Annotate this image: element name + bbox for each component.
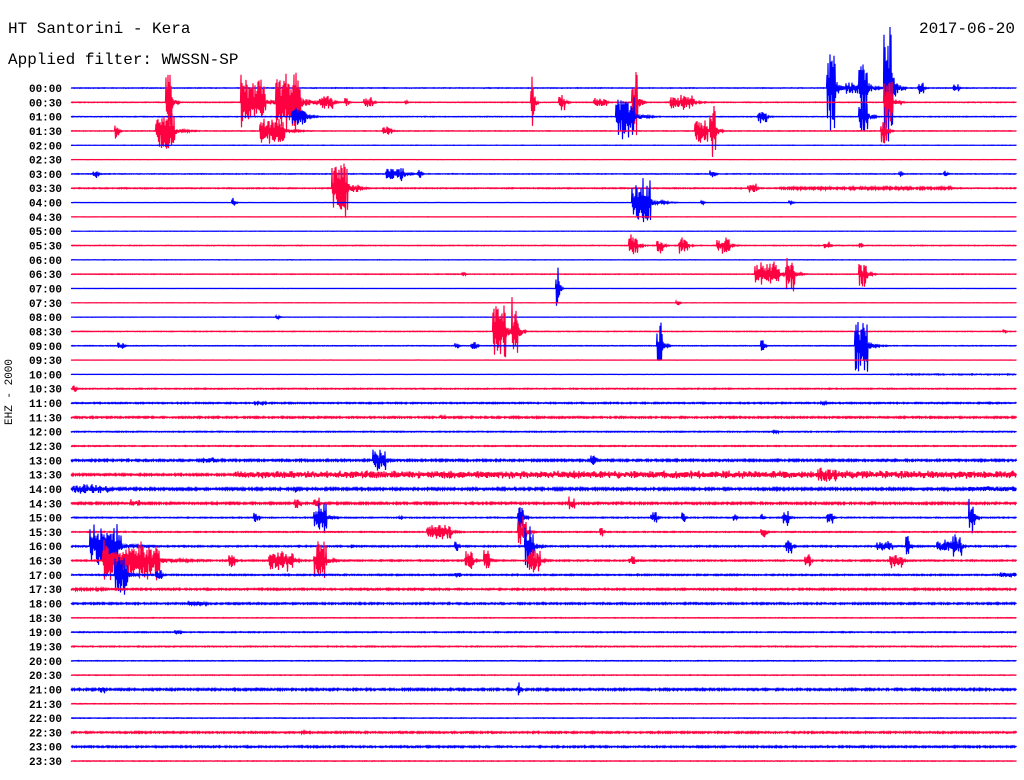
trace-row-1730: [70, 585, 1018, 593]
time-tick-label: 05:00: [29, 227, 62, 239]
time-tick-label: 21:00: [29, 685, 62, 697]
time-tick-label: 04:00: [29, 199, 62, 211]
time-tick-label: 01:00: [29, 113, 62, 125]
trace-row-0000: [70, 26, 1017, 142]
time-tick-label: 18:00: [29, 600, 62, 612]
time-tick-label: 19:30: [29, 642, 62, 654]
time-tick-label: 00:30: [29, 98, 62, 110]
trace-row-1400: [70, 484, 1018, 494]
time-tick-label: 07:30: [29, 299, 62, 311]
trace-row-2300: [70, 744, 1017, 750]
trace-row-1200: [70, 428, 1017, 435]
trace-row-1300: [70, 449, 1018, 471]
time-tick-label: 16:00: [29, 542, 62, 554]
trace-row-2100: [70, 682, 1017, 696]
trace-row-1100: [70, 399, 1017, 407]
trace-row-1330: [70, 467, 1018, 482]
trace-row-0900: [70, 321, 1017, 372]
time-tick-label: 02:00: [29, 141, 62, 153]
trace-row-0100: [70, 97, 1017, 140]
time-tick-label: 06:30: [29, 270, 62, 282]
time-tick-label: 16:30: [29, 557, 62, 569]
time-tick-label: 23:30: [29, 757, 62, 769]
time-tick-label: 08:30: [29, 327, 62, 339]
time-tick-label: 21:30: [29, 700, 62, 712]
trace-row-0130: [70, 105, 1017, 158]
trace-row-0800: [70, 313, 1017, 321]
trace-row-0030: [70, 72, 1017, 136]
trace-row-0330: [70, 163, 1017, 218]
trace-row-1430: [70, 496, 1018, 510]
time-tick-label: 22:00: [29, 714, 62, 726]
time-tick-label: 15:00: [29, 514, 62, 526]
time-tick-label: 12:00: [29, 428, 62, 440]
trace-row-1830: [70, 616, 1017, 619]
time-tick-label: 06:00: [29, 256, 62, 268]
helicorder-plot: 00:00 00:30 01:00 01:30 02:00 02:30 03:00 03:30…: [29, 26, 1018, 769]
trace-row-0300: [70, 168, 1017, 182]
trace-row-2030: [70, 673, 1017, 677]
trace-row-2000: [70, 659, 1017, 663]
trace-row-2330: [70, 759, 1017, 763]
time-tick-label: 13:30: [29, 471, 62, 483]
time-tick-label: 22:30: [29, 728, 62, 740]
time-tick-label: 12:30: [29, 442, 62, 454]
trace-row-1930: [70, 644, 1017, 649]
time-tick-label: 17:30: [29, 585, 62, 597]
time-tick-label: 08:00: [29, 313, 62, 325]
trace-row-1800: [70, 600, 1017, 608]
trace-row-1530: [70, 516, 1017, 545]
time-tick-label: 09:00: [29, 342, 62, 354]
trace-row-0730: [70, 299, 1017, 306]
trace-row-2130: [70, 702, 1017, 705]
time-tick-label: 10:00: [29, 370, 62, 382]
time-tick-label: 14:00: [29, 485, 62, 497]
time-tick-label: 17:00: [29, 571, 62, 583]
time-tick-label: 14:30: [29, 499, 62, 511]
time-tick-label: 18:30: [29, 614, 62, 626]
time-tick-label: 13:00: [29, 456, 62, 468]
time-tick-label: 05:30: [29, 242, 62, 254]
time-tick-label: 00:00: [29, 84, 62, 96]
time-tick-label: 11:00: [29, 399, 62, 411]
trace-row-1130: [70, 413, 1018, 420]
time-tick-label: 07:00: [29, 284, 62, 296]
time-tick-label: 04:30: [29, 213, 62, 225]
time-tick-label: 03:00: [29, 170, 62, 182]
time-tick-label: 09:30: [29, 356, 62, 368]
time-tick-label: 23:00: [29, 743, 62, 755]
trace-row-1900: [70, 629, 1017, 635]
trace-row-2200: [70, 716, 1017, 720]
trace-row-0530: [70, 234, 1017, 255]
trace-row-0400: [70, 178, 1017, 223]
time-tick-label: 02:30: [29, 156, 62, 168]
time-tick-label: 11:30: [29, 413, 62, 425]
time-tick-label: 15:30: [29, 528, 62, 540]
time-tick-label: 03:30: [29, 184, 62, 196]
time-tick-label: 20:00: [29, 657, 62, 669]
trace-row-0630: [70, 257, 1017, 292]
time-tick-label: 01:30: [29, 127, 62, 139]
trace-row-2230: [70, 728, 1018, 736]
time-tick-label: 10:30: [29, 385, 62, 397]
trace-row-1230: [70, 444, 1017, 448]
trace-row-0830: [70, 297, 1017, 358]
time-tick-label: 20:30: [29, 671, 62, 683]
trace-row-1000: [70, 372, 1017, 377]
trace-row-1030: [70, 385, 1017, 392]
time-tick-label: 19:00: [29, 628, 62, 640]
